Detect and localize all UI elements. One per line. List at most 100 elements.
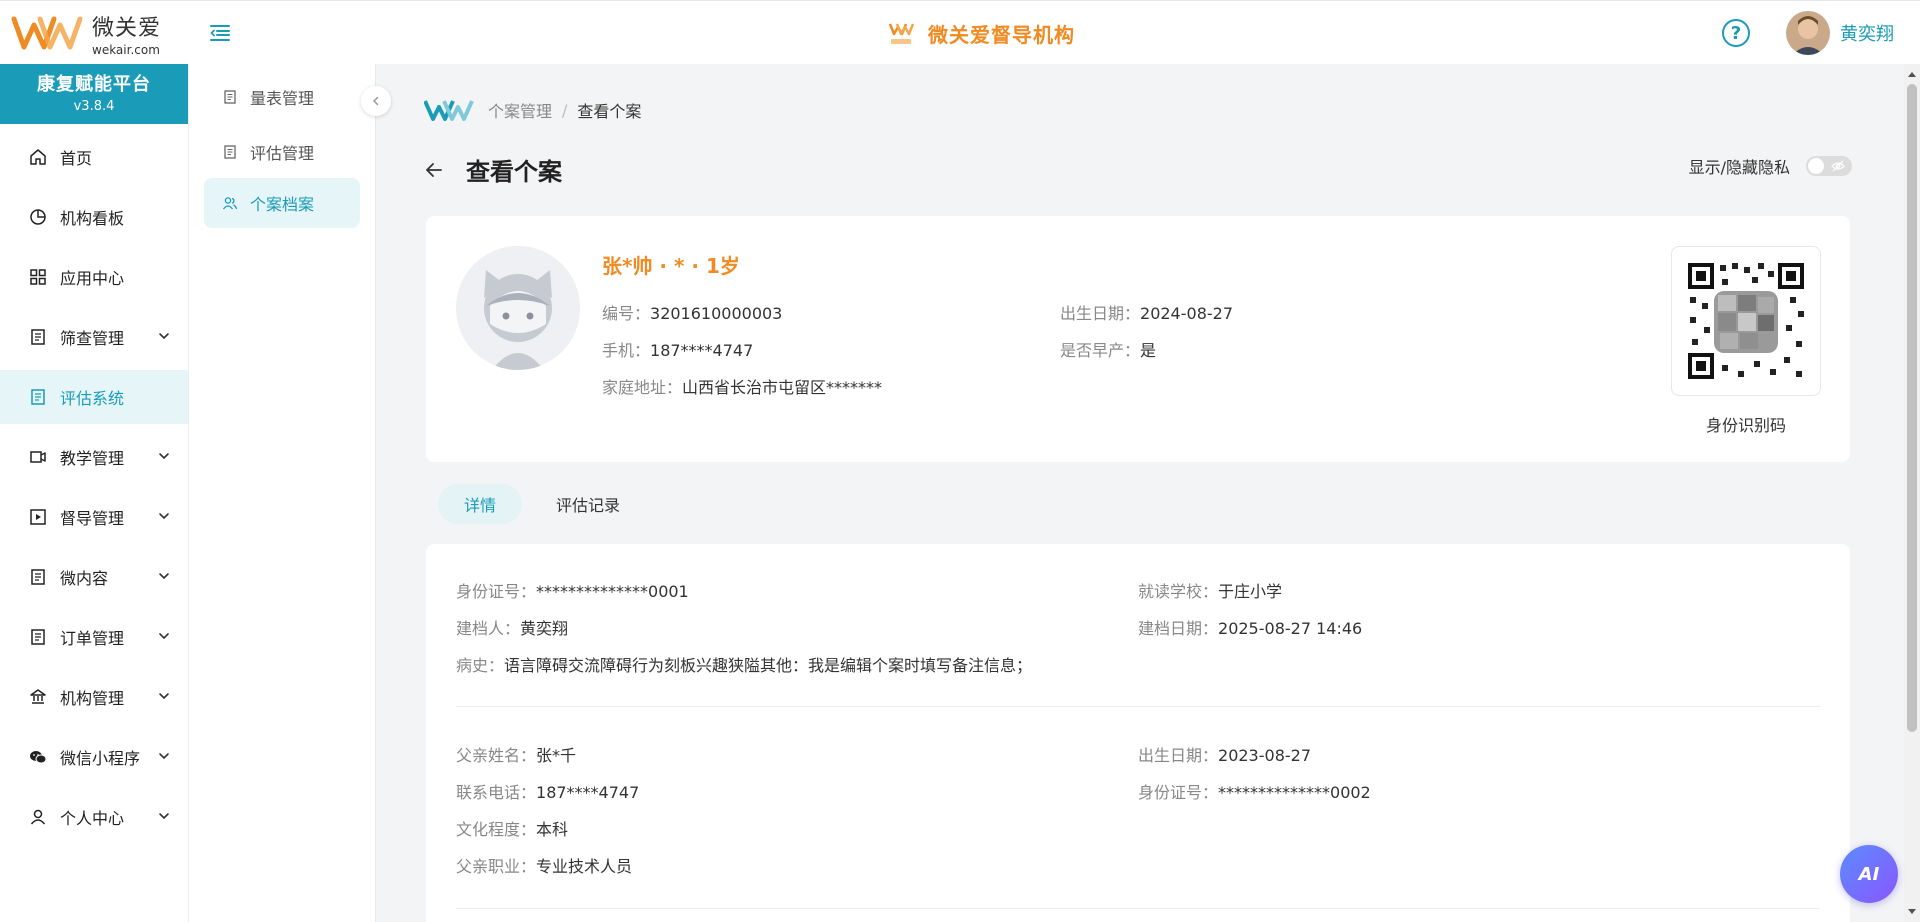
breadcrumb-separator: / xyxy=(562,100,568,120)
user-menu[interactable]: 黄奕翔 xyxy=(1786,11,1894,55)
field-creator: 建档人：黄奕翔 xyxy=(456,615,568,639)
field-father-phone: 联系电话：187****4747 xyxy=(456,779,639,803)
menu-item-organization[interactable]: 机构管理 xyxy=(0,670,188,724)
brand-w-icon xyxy=(424,100,474,121)
field-label: 建档人： xyxy=(456,619,521,638)
breadcrumb-current: 查看个案 xyxy=(577,102,642,121)
field-address: 家庭地址：山西省长治市屯留区******* xyxy=(602,374,882,398)
subnav-item-case-archive[interactable]: 个案档案 xyxy=(204,178,360,228)
field-label: 出生日期： xyxy=(1060,304,1141,323)
eye-off-icon xyxy=(1831,160,1845,172)
field-value: 于庄小学 xyxy=(1218,582,1283,601)
field-father-education: 文化程度：本科 xyxy=(456,816,568,840)
breadcrumb-parent-link[interactable]: 个案管理 xyxy=(488,98,552,122)
menu-item-label: 个人中心 xyxy=(60,809,125,828)
privacy-toggle-group: 显示/隐藏隐私 xyxy=(1689,154,1852,178)
scroll-down-arrow-icon[interactable] xyxy=(1908,909,1916,914)
field-value: 187****4747 xyxy=(650,341,754,360)
field-birth-date: 出生日期：2024-08-27 xyxy=(1060,300,1233,324)
field-value: 2024-08-27 xyxy=(1140,304,1233,323)
app-logo[interactable]: 微关爱 wekair.com xyxy=(10,11,170,57)
field-value: 语言障碍交流障碍行为刻板兴趣狭隘其他：我是编辑个案时填写备注信息； xyxy=(504,656,1033,675)
qr-code-icon xyxy=(1688,263,1804,379)
menu-item-app-center[interactable]: 应用中心 xyxy=(0,250,188,304)
tab-assessment-records[interactable]: 评估记录 xyxy=(530,484,646,524)
menu-item-label: 筛查管理 xyxy=(60,329,125,348)
field-father-id-card: 身份证号：**************0002 xyxy=(1138,779,1371,803)
identity-qr-code[interactable] xyxy=(1671,246,1821,396)
ai-sparkle-icon: AI xyxy=(1858,863,1880,885)
field-label: 建档日期： xyxy=(1138,619,1219,638)
scrollbar-thumb[interactable] xyxy=(1907,84,1917,732)
menu-item-label: 微信小程序 xyxy=(60,749,141,768)
document-icon xyxy=(224,90,236,104)
chevron-down-icon xyxy=(159,693,169,700)
field-father-birth-date: 出生日期：2023-08-27 xyxy=(1138,742,1311,766)
platform-version: v3.8.4 xyxy=(73,99,115,114)
field-label: 身份证号： xyxy=(456,582,537,601)
menu-item-label: 机构管理 xyxy=(60,689,125,708)
field-case-id: 编号：3201610000003 xyxy=(602,300,782,324)
menu-item-mini-program[interactable]: 微信小程序 xyxy=(0,730,188,784)
field-label: 父亲职业： xyxy=(456,857,537,876)
menu-item-label: 首页 xyxy=(60,149,93,168)
privacy-toggle[interactable] xyxy=(1806,156,1852,176)
field-value: **************0002 xyxy=(1218,783,1371,802)
menu-item-personal-center[interactable]: 个人中心 xyxy=(0,790,188,844)
main-content: 个案管理 / 查看个案 查看个案 显示/隐藏隐私 张*帅 · * · 1岁 编号… xyxy=(376,64,1904,922)
field-medical-history: 病史：语言障碍交流障碍行为刻板兴趣狭隘其他：我是编辑个案时填写备注信息； xyxy=(456,652,1032,676)
grid-icon xyxy=(30,269,46,285)
menu-item-micro-content[interactable]: 微内容 xyxy=(0,550,188,604)
pie-chart-icon xyxy=(30,209,46,225)
menu-item-label: 微内容 xyxy=(60,569,109,588)
help-icon[interactable]: ? xyxy=(1722,19,1750,47)
field-label: 家庭地址： xyxy=(602,378,683,397)
field-id-card: 身份证号：**************0001 xyxy=(456,578,689,602)
platform-name: 康复赋能平台 xyxy=(37,74,151,95)
menu-item-supervision[interactable]: 督导管理 xyxy=(0,490,188,544)
field-value: 专业技术人员 xyxy=(536,857,633,876)
scroll-up-arrow-icon[interactable] xyxy=(1908,72,1916,77)
field-label: 就读学校： xyxy=(1138,582,1219,601)
field-value: 3201610000003 xyxy=(650,304,783,323)
field-phone: 手机：187****4747 xyxy=(602,337,753,361)
menu-item-label: 教学管理 xyxy=(60,449,125,468)
menu-item-screening[interactable]: 筛查管理 xyxy=(0,310,188,364)
menu-item-label: 督导管理 xyxy=(60,509,125,528)
detail-card: 身份证号：**************0001 就读学校：于庄小学 建档人：黄奕… xyxy=(426,544,1850,922)
field-label: 手机： xyxy=(602,341,651,360)
page-title: 查看个案 xyxy=(466,158,562,186)
chevron-down-icon xyxy=(159,513,169,520)
menu-item-home[interactable]: 首页 xyxy=(0,130,188,184)
field-value: 黄奕翔 xyxy=(520,619,569,638)
main-sidebar: 康复赋能平台 v3.8.4 首页 机构看板 应用中心 筛查管理 评估系统 教学管… xyxy=(0,64,188,922)
child-avatar xyxy=(456,246,580,370)
menu-item-teaching[interactable]: 教学管理 xyxy=(0,430,188,484)
chevron-down-icon xyxy=(159,813,169,820)
menu-item-assessment[interactable]: 评估系统 xyxy=(0,370,188,424)
page-scrollbar[interactable] xyxy=(1904,64,1920,922)
field-label: 出生日期： xyxy=(1138,746,1219,765)
section-divider xyxy=(456,706,1820,707)
menu-collapse-icon[interactable] xyxy=(208,21,232,45)
field-premature: 是否早产：是 xyxy=(1060,337,1156,361)
top-header: 微关爱 wekair.com 微关爱督导机构 ? 黄奕翔 xyxy=(0,0,1920,64)
user-icon xyxy=(30,809,46,825)
back-arrow-icon[interactable] xyxy=(424,160,444,180)
subnav-item-scale-management[interactable]: 量表管理 xyxy=(204,72,360,122)
field-label: 文化程度： xyxy=(456,820,537,839)
wekair-logo-icon xyxy=(11,16,83,50)
field-label: 父亲姓名： xyxy=(456,746,537,765)
subnav-item-label: 量表管理 xyxy=(250,89,315,108)
tab-details[interactable]: 详情 xyxy=(438,484,523,524)
menu-item-orders[interactable]: 订单管理 xyxy=(0,610,188,664)
field-value: 2025-08-27 14:46 xyxy=(1218,619,1363,638)
menu-item-label: 评估系统 xyxy=(60,389,125,408)
ai-assistant-button[interactable]: AI xyxy=(1840,845,1898,903)
chevron-down-icon xyxy=(159,753,169,760)
subnav-item-label: 评估管理 xyxy=(250,144,315,163)
field-label: 病史： xyxy=(456,656,505,675)
user-avatar xyxy=(1786,11,1830,55)
menu-item-dashboard[interactable]: 机构看板 xyxy=(0,190,188,244)
subnav-item-assessment-management[interactable]: 评估管理 xyxy=(204,127,360,177)
